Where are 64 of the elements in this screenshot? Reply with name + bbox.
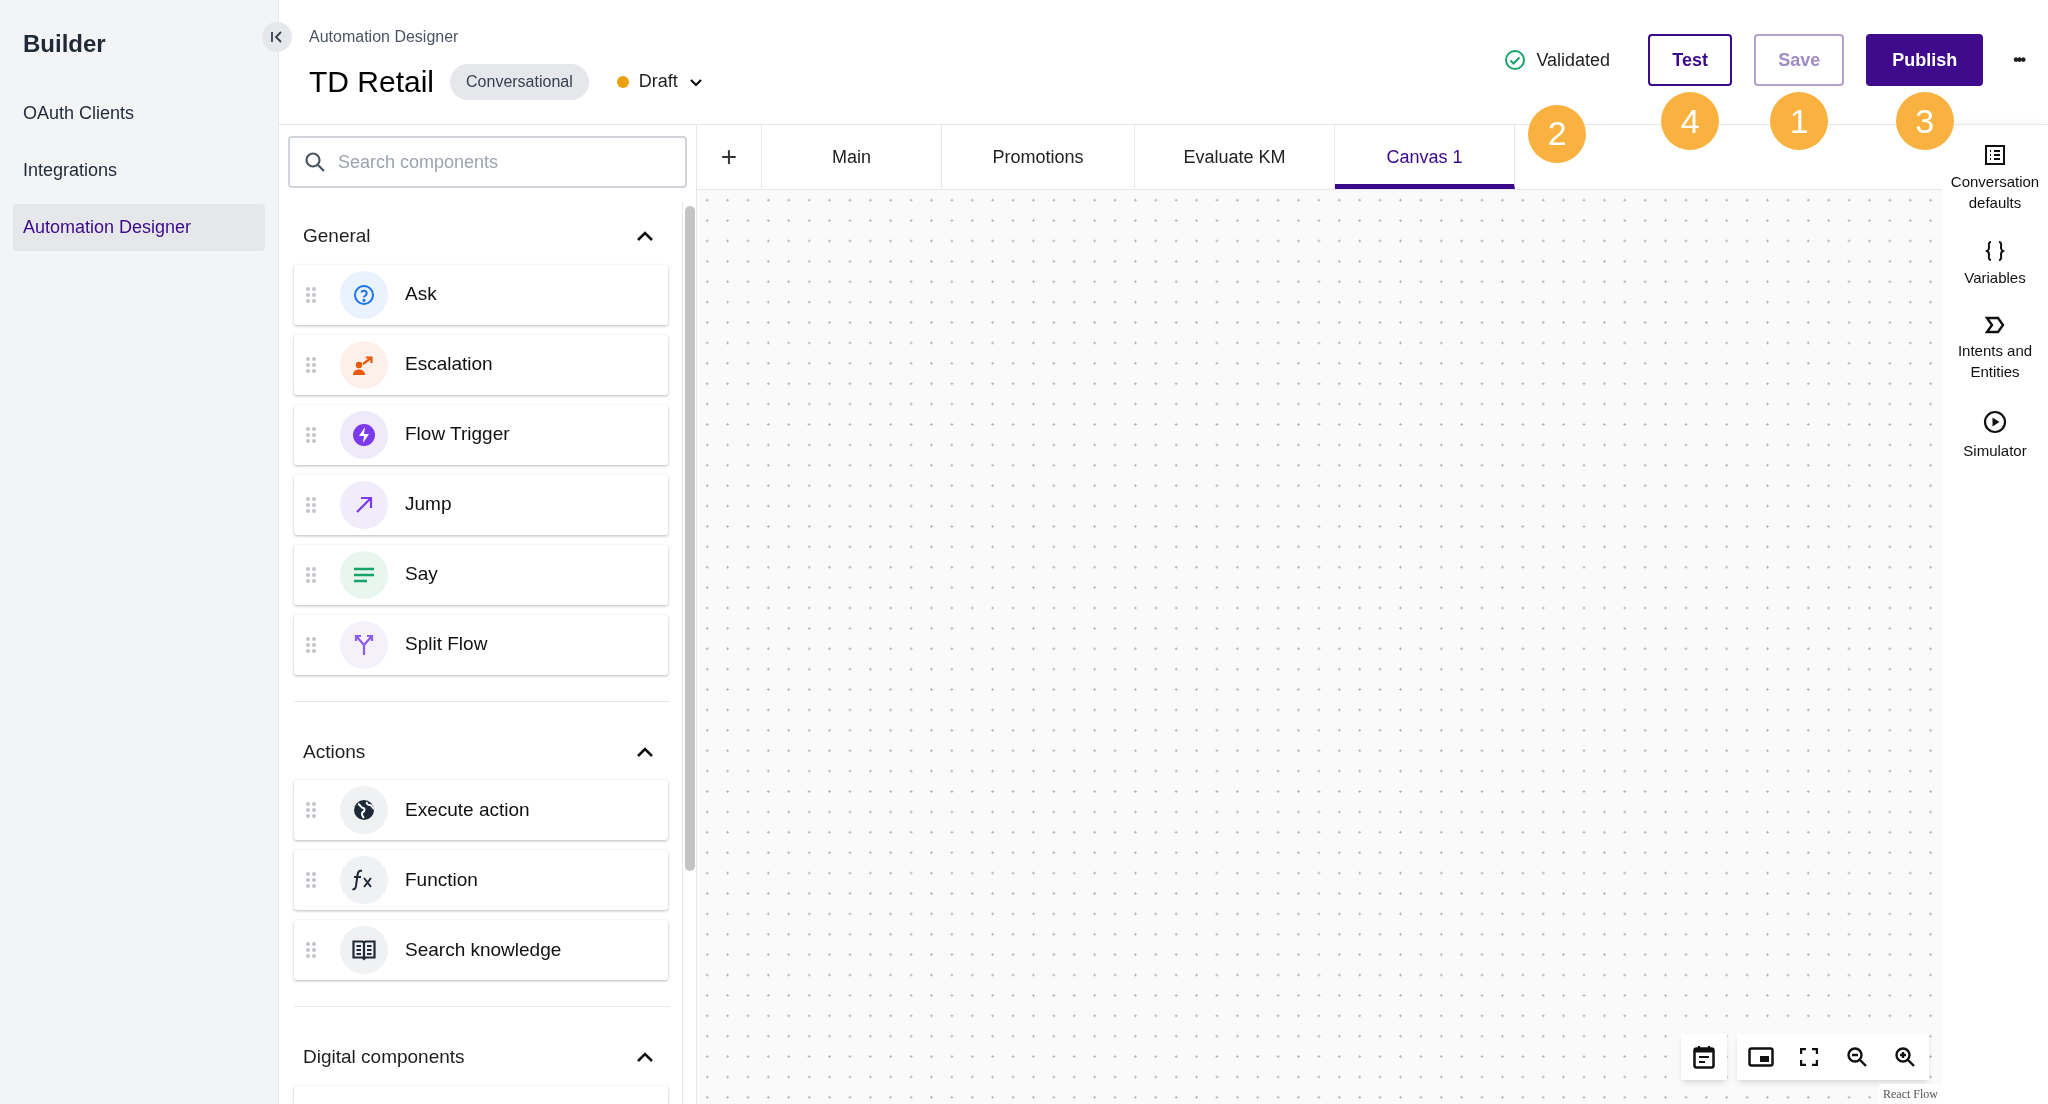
component-card[interactable]: Ask <box>294 264 668 325</box>
section-header[interactable]: Digital components <box>294 1043 670 1072</box>
nav-item[interactable]: Automation Designer <box>13 204 265 251</box>
component-card[interactable]: Flow Trigger <box>294 404 668 465</box>
calendar-icon <box>1693 1045 1715 1069</box>
drag-handle-icon <box>305 941 317 959</box>
tag-icon <box>1985 316 2005 334</box>
component-card[interactable]: Say <box>294 544 668 605</box>
component-card[interactable]: Search knowledge <box>294 920 668 980</box>
canvas-tab[interactable]: Evaluate KM <box>1135 125 1335 189</box>
zoom-out-icon <box>1846 1046 1868 1068</box>
play-icon <box>1983 410 2007 434</box>
drag-handle-icon <box>305 871 317 889</box>
section-header[interactable]: General <box>294 222 670 251</box>
search-icon <box>304 151 326 173</box>
app-title: Builder <box>23 29 106 59</box>
collapse-button[interactable] <box>262 22 292 52</box>
step-number-badge: 4 <box>1661 92 1720 150</box>
chevron-up-icon <box>636 230 654 243</box>
drag-handle-icon <box>305 495 317 514</box>
component-card[interactable]: Split Flow <box>294 614 668 675</box>
side-panel-button[interactable]: Simulator <box>1961 410 2029 461</box>
add-tab-button[interactable]: + <box>697 125 762 189</box>
canvas-tab[interactable]: Promotions <box>942 125 1135 189</box>
chevron-up-icon <box>636 1051 654 1064</box>
page-title: TD Retail <box>309 64 435 100</box>
check-circle-icon <box>1504 49 1527 71</box>
section-header[interactable]: Actions <box>294 737 670 766</box>
zoom-in-icon <box>1894 1046 1916 1068</box>
component-card[interactable]: Execute action <box>294 780 668 840</box>
validation-status: Validated <box>1536 48 1611 72</box>
action-button[interactable]: Test <box>1648 34 1733 86</box>
calendar-button[interactable] <box>1681 1034 1727 1080</box>
type-badge: Conversational <box>450 63 589 100</box>
list-icon <box>1985 145 2005 165</box>
component-card[interactable]: Escalation <box>294 334 668 395</box>
chevron-up-icon <box>636 745 654 758</box>
publish-button[interactable]: Publish <box>1866 34 1984 86</box>
fullscreen-icon <box>1800 1048 1818 1066</box>
minimap-icon <box>1748 1047 1774 1067</box>
component-card[interactable]: Jump <box>294 474 668 535</box>
braces-icon <box>1985 241 2005 261</box>
step-number-badge: 1 <box>1770 92 1829 150</box>
nav-item[interactable]: OAuth Clients <box>13 90 265 137</box>
drag-handle-icon <box>305 565 317 584</box>
drag-handle-icon <box>305 425 317 444</box>
attribution-link[interactable]: React Flow <box>1879 1084 1942 1104</box>
flow-canvas[interactable]: React Flow <box>697 190 1942 1104</box>
canvas-tab[interactable]: Main <box>762 125 942 189</box>
drag-handle-icon <box>305 635 317 654</box>
step-number-badge: 2 <box>1528 104 1587 163</box>
more-button[interactable]: ••• <box>2013 48 2024 72</box>
side-panel-button[interactable]: Intents and Entities <box>1942 316 2048 382</box>
component-card[interactable]: Function <box>294 850 668 910</box>
status-dropdown[interactable]: Draft <box>616 68 704 95</box>
drag-handle-icon <box>305 285 317 304</box>
side-panel-button[interactable]: Variables <box>1962 241 2028 288</box>
search-field[interactable]: Search components <box>288 136 687 188</box>
nav-item[interactable]: Integrations <box>13 147 265 194</box>
drag-handle-icon <box>305 801 317 819</box>
drag-handle-icon <box>305 355 317 374</box>
collapse-icon <box>270 30 284 44</box>
breadcrumb: Automation Designer <box>309 27 460 47</box>
step-number-badge: 3 <box>1895 92 1954 150</box>
